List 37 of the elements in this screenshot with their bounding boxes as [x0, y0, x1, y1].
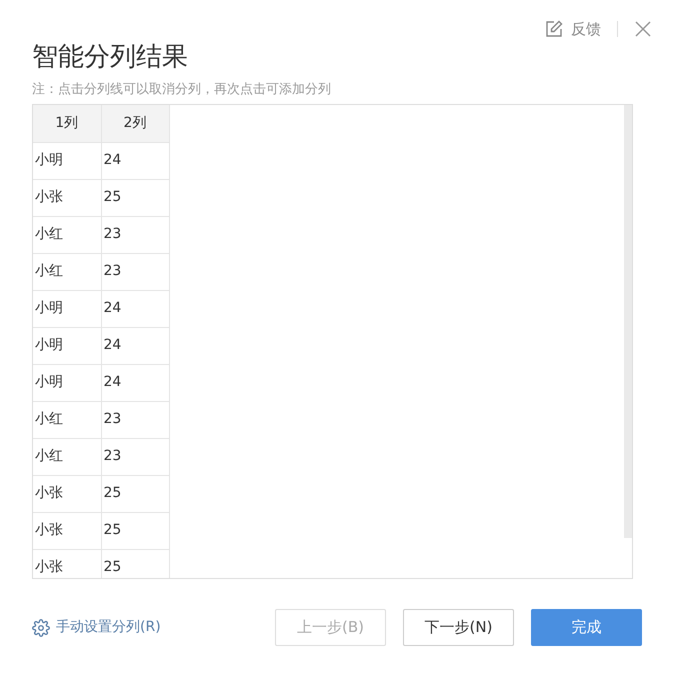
table-cell: 23	[101, 438, 169, 475]
table-cell: 24	[101, 364, 169, 401]
edit-icon	[545, 20, 563, 38]
manual-split-link[interactable]: 手动设置分列(R)	[32, 617, 161, 638]
table-cell: 24	[101, 327, 169, 364]
table-cell: 小红	[33, 401, 101, 438]
feedback-button[interactable]: 反馈	[545, 18, 601, 40]
table-cell: 25	[101, 475, 169, 512]
table-cell: 25	[101, 179, 169, 216]
table-cell: 小张	[33, 179, 101, 216]
table-cell: 23	[101, 216, 169, 253]
dialog-title: 智能分列结果	[32, 41, 188, 74]
table-cell: 小红	[33, 253, 101, 290]
note-text: 注：点击分列线可以取消分列，再次点击可添加分列	[32, 81, 331, 99]
table-cell: 小明	[33, 364, 101, 401]
table-cell: 25	[101, 549, 169, 578]
table-cell: 24	[101, 142, 169, 179]
step-button[interactable]: 下一步(N)	[403, 609, 514, 646]
table-cell: 小明	[33, 290, 101, 327]
table-cell: 小红	[33, 216, 101, 253]
close-icon	[634, 20, 652, 38]
table-cell: 23	[101, 253, 169, 290]
table-cell: 24	[101, 290, 169, 327]
close-button[interactable]	[634, 20, 652, 38]
column-header: 1列	[33, 105, 101, 142]
table-cell: 25	[101, 512, 169, 549]
table-cell: 小张	[33, 549, 101, 578]
column-header: 2列	[101, 105, 169, 142]
finish-button[interactable]: 完成	[531, 609, 642, 646]
table-cell: 小张	[33, 475, 101, 512]
table-cell: 小红	[33, 438, 101, 475]
table-cell: 小明	[33, 142, 101, 179]
gear-icon	[32, 618, 50, 636]
table-cell: 小张	[33, 512, 101, 549]
scrollbar[interactable]	[624, 105, 632, 538]
table-cell: 23	[101, 401, 169, 438]
table-cell: 小明	[33, 327, 101, 364]
